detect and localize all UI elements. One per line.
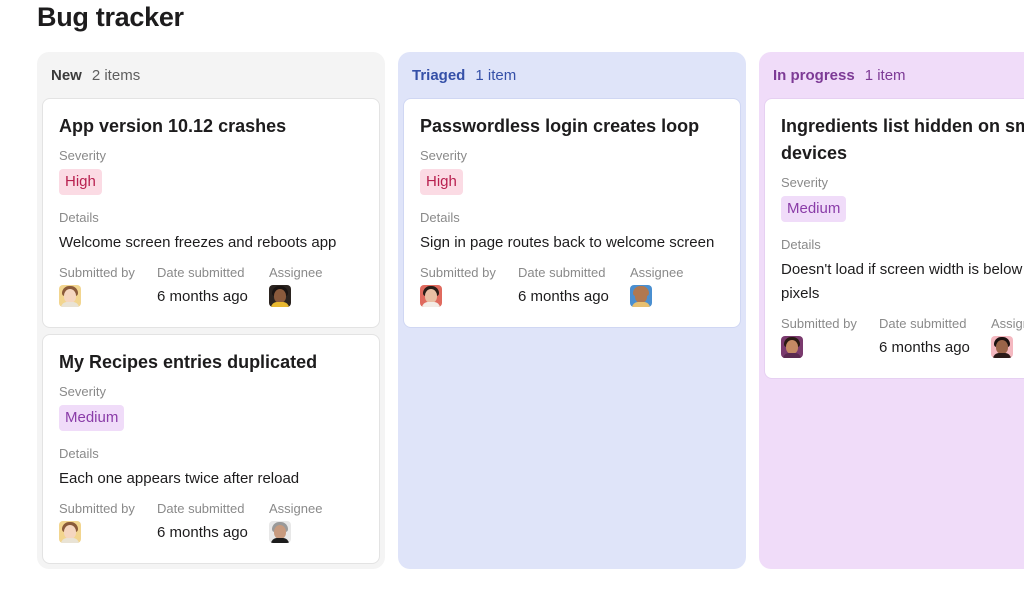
assignee-avatar[interactable] bbox=[269, 285, 291, 307]
column-item-count: 2 items bbox=[91, 66, 141, 84]
submitter-avatar[interactable] bbox=[59, 285, 81, 307]
assignee-label: Assignee bbox=[269, 265, 323, 280]
kanban-board: New 2 items App version 10.12 crashes Se… bbox=[37, 52, 1024, 569]
submitter-avatar[interactable] bbox=[781, 336, 803, 358]
column-item-count: 1 item bbox=[475, 66, 517, 84]
card-title[interactable]: Ingredients list hidden on small devices bbox=[781, 113, 1024, 167]
column-name: Triaged bbox=[412, 66, 466, 84]
assignee-label: Assignee bbox=[991, 316, 1024, 331]
submitted-by-label: Submitted by bbox=[59, 265, 135, 280]
column-new: New 2 items App version 10.12 crashes Se… bbox=[37, 52, 385, 569]
details-text: Each one appears twice after reload bbox=[59, 470, 300, 487]
card-title[interactable]: Passwordless login creates loop bbox=[420, 113, 724, 140]
column-header: In progress 1 item bbox=[764, 52, 1024, 98]
assignee-avatar[interactable] bbox=[991, 336, 1013, 358]
assignee-avatar[interactable] bbox=[269, 521, 291, 543]
severity-label: Severity bbox=[781, 175, 828, 190]
page-title: Bug tracker bbox=[37, 2, 184, 32]
date-submitted-value: 6 months ago bbox=[157, 288, 248, 305]
details-text: Sign in page routes back to welcome scre… bbox=[420, 234, 715, 251]
severity-label: Severity bbox=[59, 148, 106, 163]
severity-badge: High bbox=[59, 169, 102, 195]
submitted-by-label: Submitted by bbox=[59, 501, 135, 516]
column-header: Triaged 1 item bbox=[403, 52, 741, 98]
details-label: Details bbox=[59, 210, 99, 225]
card-title[interactable]: My Recipes entries duplicated bbox=[59, 349, 363, 376]
submitter-avatar[interactable] bbox=[59, 521, 81, 543]
severity-label: Severity bbox=[59, 384, 106, 399]
column-name: New bbox=[51, 66, 82, 84]
card-title[interactable]: App version 10.12 crashes bbox=[59, 113, 363, 140]
bug-card[interactable]: Ingredients list hidden on small devices… bbox=[764, 98, 1024, 379]
date-submitted-value: 6 months ago bbox=[879, 339, 970, 356]
bug-card[interactable]: App version 10.12 crashes Severity High … bbox=[42, 98, 380, 328]
date-submitted-label: Date submitted bbox=[157, 501, 245, 516]
date-submitted-label: Date submitted bbox=[157, 265, 245, 280]
assignee-label: Assignee bbox=[630, 265, 684, 280]
column-item-count: 1 item bbox=[864, 66, 906, 84]
date-submitted-value: 6 months ago bbox=[518, 288, 609, 305]
severity-label: Severity bbox=[420, 148, 467, 163]
date-submitted-label: Date submitted bbox=[518, 265, 606, 280]
severity-badge: Medium bbox=[59, 405, 125, 431]
details-label: Details bbox=[59, 446, 99, 461]
bug-card[interactable]: My Recipes entries duplicated Severity M… bbox=[42, 334, 380, 564]
column-in-progress: In progress 1 item Ingredients list hidd… bbox=[759, 52, 1024, 569]
details-text: Welcome screen freezes and reboots app bbox=[59, 234, 337, 251]
severity-badge: High bbox=[420, 169, 463, 195]
details-label: Details bbox=[420, 210, 460, 225]
submitted-by-label: Submitted by bbox=[781, 316, 857, 331]
bug-card[interactable]: Passwordless login creates loop Severity… bbox=[403, 98, 741, 328]
assignee-label: Assignee bbox=[269, 501, 323, 516]
submitted-by-label: Submitted by bbox=[420, 265, 496, 280]
date-submitted-label: Date submitted bbox=[879, 316, 967, 331]
details-text: Doesn't load if screen width is below 40… bbox=[781, 261, 1024, 302]
date-submitted-value: 6 months ago bbox=[157, 524, 248, 541]
submitter-avatar[interactable] bbox=[420, 285, 442, 307]
column-triaged: Triaged 1 item Passwordless login create… bbox=[398, 52, 746, 569]
assignee-avatar[interactable] bbox=[630, 285, 652, 307]
column-name: In progress bbox=[773, 66, 855, 84]
severity-badge: Medium bbox=[781, 196, 847, 222]
column-header: New 2 items bbox=[42, 52, 380, 98]
details-label: Details bbox=[781, 237, 821, 252]
